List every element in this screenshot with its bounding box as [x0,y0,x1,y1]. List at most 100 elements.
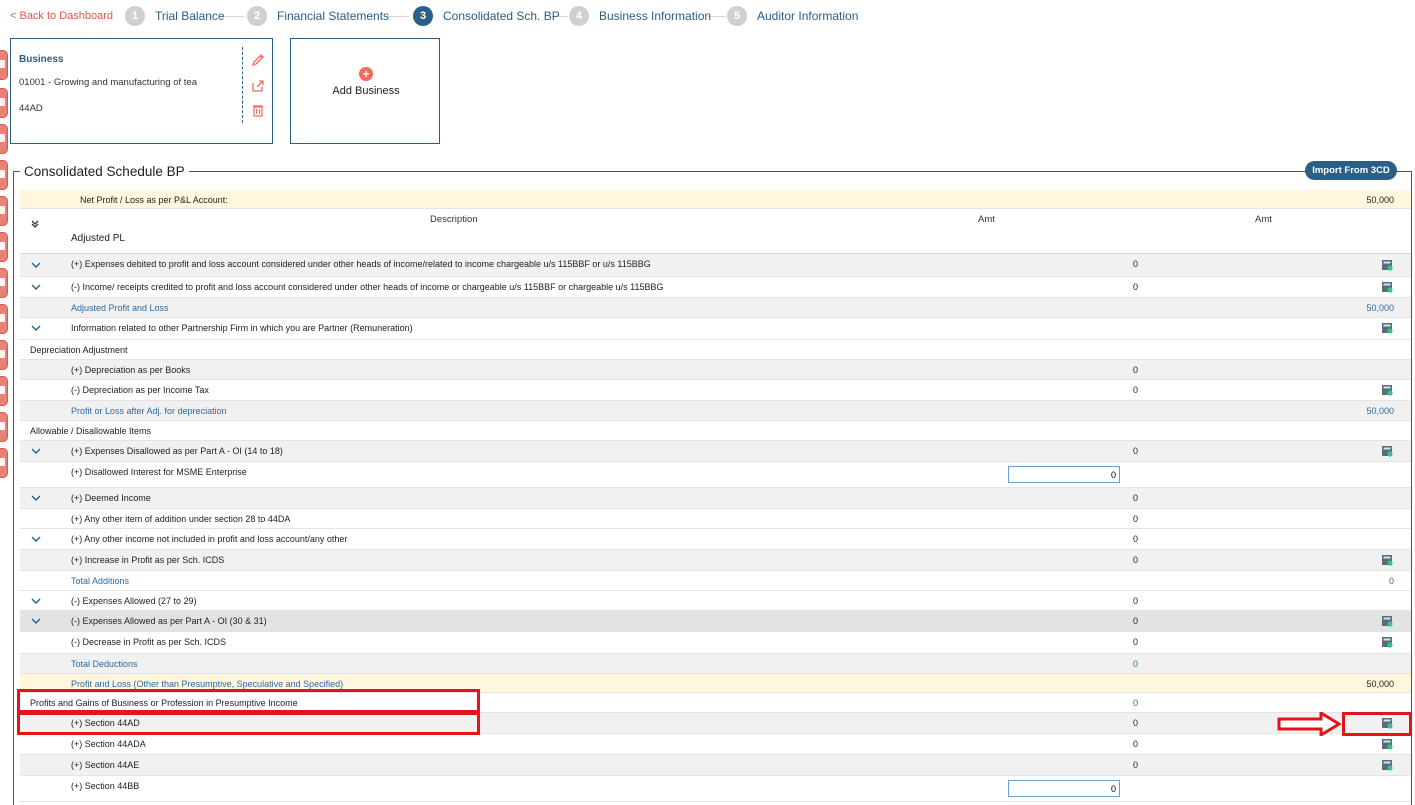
calculator-icon[interactable] [1382,637,1393,648]
section-44bb-input[interactable] [1008,780,1120,797]
calculator-icon[interactable] [1382,260,1393,271]
row-description: (+) Expenses debited to profit and loss … [71,259,651,269]
side-tab[interactable] [0,376,8,406]
calculator-icon[interactable] [1382,616,1393,627]
side-tab[interactable] [0,160,8,190]
calculator-icon[interactable] [1382,323,1393,334]
calculator-icon[interactable] [1382,555,1393,566]
row-amount: 0 [1132,555,1138,565]
tool-icon [0,278,5,286]
tool-icon [0,206,5,214]
row-description: Information related to other Partnership… [71,323,413,333]
tool-icon [0,458,5,466]
side-tab[interactable] [0,196,8,226]
chevron-down-icon[interactable] [30,260,42,270]
row-description: (-) Expenses Allowed (27 to 29) [71,596,197,606]
row-description: (+) Any other income not included in pro… [71,534,348,544]
calculator-icon[interactable] [1382,739,1393,750]
table-row: Information related to other Partnership… [20,318,1411,340]
step-number: 5 [727,6,747,26]
row-amount: 0 [1132,282,1138,292]
msme-interest-input[interactable] [1008,466,1120,483]
chevron-down-icon[interactable] [30,493,42,503]
table-row: (+) Section 44BB [20,776,1411,802]
chevron-down-icon[interactable] [30,282,42,292]
step-trial-balance[interactable]: 1 Trial Balance [125,6,225,26]
highlight-box [1342,712,1412,736]
plus-circle-icon: + [359,67,373,81]
table-row: (-) Income/ receipts credited to profit … [20,277,1411,298]
row-amount: 0 [1132,616,1138,626]
step-label: Business Information [599,9,712,23]
side-tab[interactable] [0,448,8,478]
chevron-down-icon[interactable] [30,323,42,333]
side-tab[interactable] [0,88,8,118]
collapse-all-icon[interactable] [30,219,40,229]
calculator-icon[interactable] [1382,446,1393,457]
table-row: (-) Expenses Allowed as per Part A - OI … [20,611,1411,632]
adjusted-pl-heading: Adjusted PL [71,233,125,244]
step-business-information[interactable]: 4 Business Information [569,6,711,26]
tool-icon [0,386,5,394]
side-tab[interactable] [0,340,8,370]
schedule-title: Consolidated Schedule BP [20,164,189,179]
import-from-3cd-button[interactable]: Import From 3CD [1305,161,1397,180]
calculator-icon[interactable] [1382,282,1393,293]
chevron-down-icon[interactable] [30,534,42,544]
table-row: (+) Depreciation as per Books 0 [20,360,1411,380]
step-auditor-information[interactable]: 5 Auditor Information [727,6,858,26]
step-number: 1 [125,6,145,26]
chevron-down-icon[interactable] [30,596,42,606]
chevron-down-icon[interactable] [30,616,42,626]
row-description: (-) Depreciation as per Income Tax [71,385,209,395]
side-tab[interactable] [0,268,8,298]
tool-icon [0,242,5,250]
table-row: (+) Expenses Disallowed as per Part A - … [20,441,1411,462]
calculator-icon[interactable] [1382,385,1393,396]
row-amount: 0 [1132,659,1138,669]
side-tab[interactable] [0,304,8,334]
row-amount: 0 [1132,596,1138,606]
back-to-dashboard-link[interactable]: < Back to Dashboard [10,10,113,22]
chevron-down-icon[interactable] [30,446,42,456]
row-amount: 0 [1132,698,1138,708]
step-label: Trial Balance [155,9,225,23]
row-amount: 50,000 [1366,406,1394,416]
table-row: (-) Expenses Allowed (27 to 29) 0 [20,591,1411,611]
business-card[interactable]: Business 01001 - Growing and manufacturi… [10,38,273,144]
step-number: 4 [569,6,589,26]
calculator-icon[interactable] [1382,760,1393,771]
row-description: Profit and Loss (Other than Presumptive,… [71,679,344,689]
side-tab[interactable] [0,232,8,262]
row-amount: 0 [1132,365,1138,375]
row-amount: 50,000 [1366,195,1394,205]
row-amount: 0 [1132,446,1138,456]
business-section: 44AD [19,103,43,114]
export-icon[interactable] [251,79,265,93]
step-consolidated-sch-bp[interactable]: 3 Consolidated Sch. BP [413,6,560,26]
row-amount: 50,000 [1366,679,1394,689]
add-business-card[interactable]: + Add Business [290,38,440,144]
table-row: (+) Deemed Income 0 [20,488,1411,509]
row-description: Depreciation Adjustment [30,345,128,355]
row-amount: 0 [1132,259,1138,269]
header-amt: Amt [978,214,995,225]
table-row: (+) Any other income not included in pro… [20,529,1411,550]
step-financial-statements[interactable]: 2 Financial Statements [247,6,389,26]
side-tab[interactable] [0,124,8,154]
side-tab[interactable] [0,50,8,80]
row-description: Net Profit / Loss as per P&L Account: [80,195,228,205]
edit-icon[interactable] [251,53,265,67]
table-row: (+) Expenses debited to profit and loss … [20,254,1411,277]
side-tab[interactable] [0,412,8,442]
row-description: Allowable / Disallowable Items [30,426,152,436]
row-amount: 0 [1132,385,1138,395]
row-amount: 0 [1132,514,1138,524]
step-label: Financial Statements [277,9,390,23]
table-row: Total Additions 0 [20,571,1411,591]
add-business-label: Add Business [332,85,400,97]
table-header: Description Amt Amt Adjusted PL [20,209,1411,254]
arrow-right-icon [1277,712,1341,736]
tool-icon [0,60,5,68]
delete-icon[interactable] [251,103,265,117]
